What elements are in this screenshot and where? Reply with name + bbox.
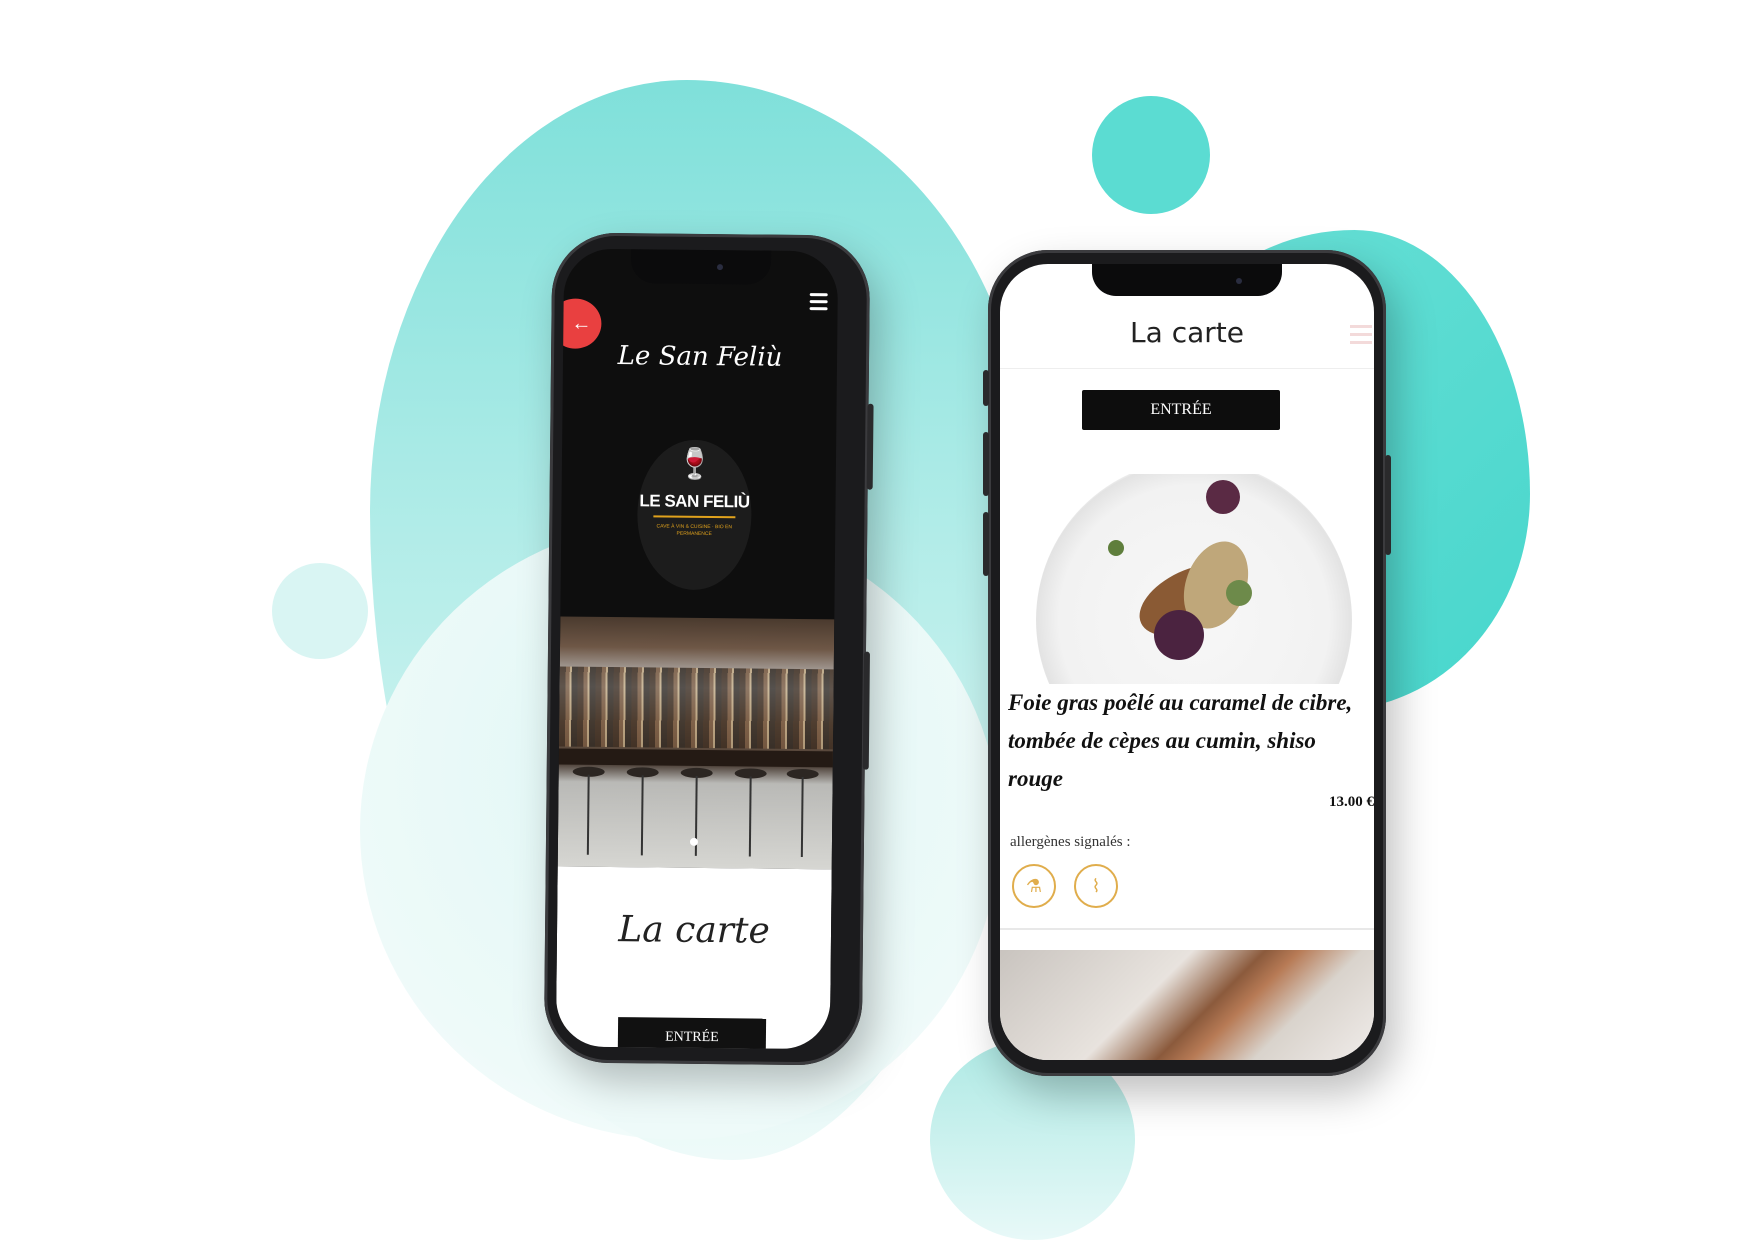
stool [680,767,713,779]
background-circle-top [1092,96,1210,214]
mute-switch [983,370,989,406]
restaurant-logo: 🍷 LE SAN FELIÙ CAVE À VIN & CUISINE · BI… [636,439,753,591]
logo-tagline: CAVE À VIN & CUISINE · BIO EN PERMANENCE [656,523,733,538]
stool [626,767,659,778]
phone-left: ← Le San Feliù 🍷 LE SAN FELIÙ CAVE À VIN… [543,232,874,1066]
volume-down-button [983,512,989,576]
herb-leaf [1226,580,1252,606]
screen-menu: La carte ENTRÉE Foie gras poêlé au caram… [1000,264,1374,1060]
logo-name: LE SAN FELIÙ [639,491,750,512]
camera [716,264,724,271]
bar-shelves [558,666,834,750]
sulphites-icon[interactable]: ⚗ [1012,864,1056,908]
herb-leaf [1108,540,1124,556]
side-button [862,651,870,770]
stool [572,766,605,777]
logo-divider [653,515,736,519]
phone-right: La carte ENTRÉE Foie gras poêlé au caram… [983,250,1391,1076]
celery-icon[interactable]: ⌇ [1074,864,1118,908]
screen-home: ← Le San Feliù 🍷 LE SAN FELIÙ CAVE À VIN… [555,248,839,1050]
stool [734,768,767,779]
power-button [1385,455,1391,555]
allergens-label: allergènes signalés : [1010,834,1131,850]
hamburger-icon[interactable] [1350,320,1372,349]
volume-up-button [983,432,989,496]
page-title: La carte [1130,316,1244,349]
arrow-left-icon: ← [571,312,592,335]
camera [1236,278,1242,284]
stool [786,768,819,780]
menu-section: La carte ENTRÉE [555,866,832,1050]
wine-glass-icon: 🍷 [676,447,714,482]
entree-button[interactable]: ENTRÉE [617,1017,767,1050]
notch [630,249,772,285]
shiso-leaf [1154,610,1204,660]
dish-separator [1000,928,1374,930]
next-dish-photo [1000,950,1374,1060]
notch [1092,264,1282,296]
carousel-dot[interactable] [689,837,699,846]
power-button [866,403,874,490]
background-circle-left [272,563,368,659]
hamburger-icon[interactable] [809,289,828,314]
bar-photo-carousel[interactable] [557,616,835,870]
header-divider [1000,368,1374,369]
shiso-leaf [1206,480,1240,514]
restaurant-name: Le San Feliù [617,341,783,373]
entree-button[interactable]: ENTRÉE [1082,390,1280,430]
dish-price: 13.00 € [1329,794,1374,810]
bar-counter [558,748,833,768]
section-title: La carte [618,909,770,952]
dish-photo [1000,474,1374,684]
plate [1036,474,1352,684]
dish-name: Foie gras poêlé au caramel de cibre, tom… [1008,690,1353,791]
